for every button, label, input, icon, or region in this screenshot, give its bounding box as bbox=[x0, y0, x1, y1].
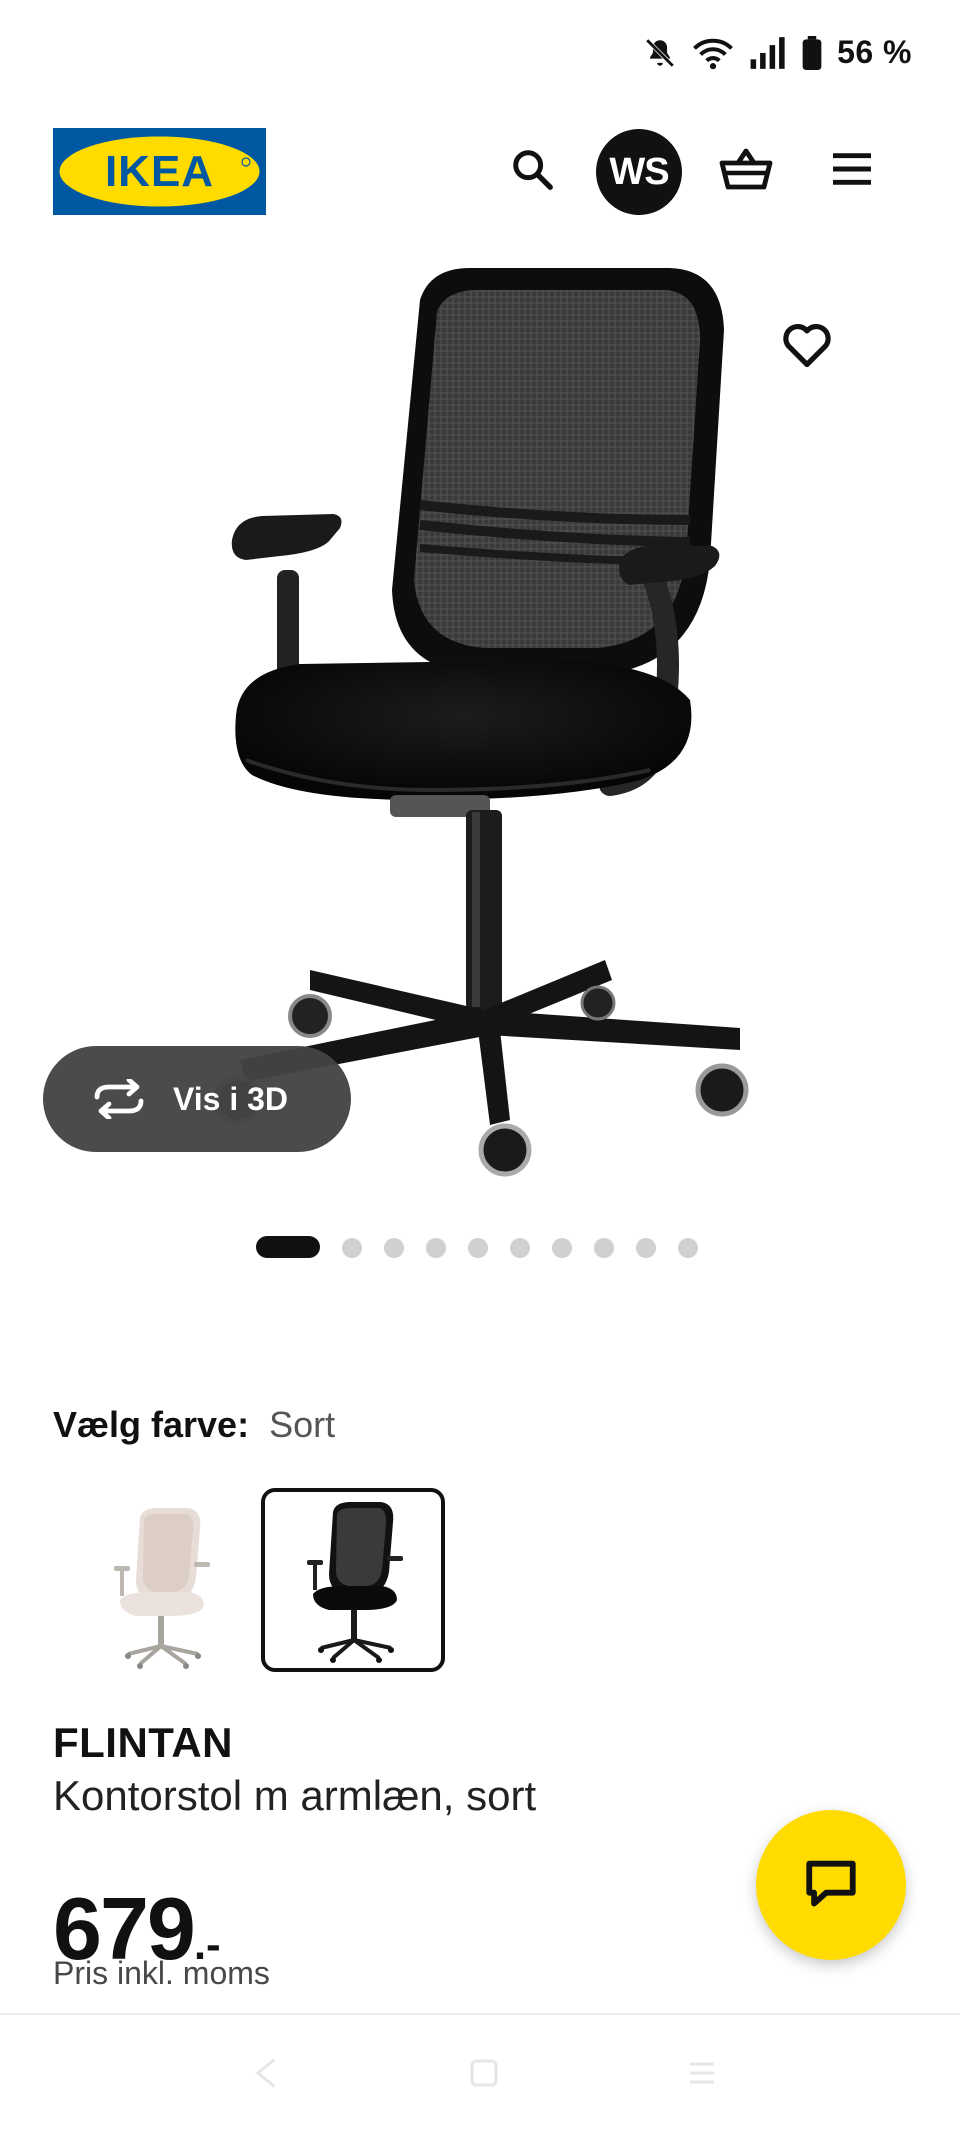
gallery-dot[interactable] bbox=[256, 1236, 320, 1258]
nav-recents-button[interactable] bbox=[672, 2053, 732, 2097]
view-3d-label: Vis i 3D bbox=[173, 1080, 289, 1117]
battery-percent: 56 % bbox=[837, 34, 912, 70]
bell-muted-icon bbox=[643, 36, 677, 70]
chat-icon bbox=[802, 1856, 860, 1915]
color-selected-value: Sort bbox=[269, 1404, 336, 1445]
gallery-dot[interactable] bbox=[594, 1238, 614, 1258]
color-chooser-label: Vælg farve: Sort bbox=[53, 1404, 335, 1446]
color-swatch-beige[interactable] bbox=[70, 1488, 254, 1672]
recents-icon bbox=[684, 2055, 720, 2096]
price-note: Pris inkl. moms bbox=[53, 1955, 270, 1991]
basket-icon bbox=[718, 145, 774, 198]
gallery-dot[interactable] bbox=[468, 1238, 488, 1258]
status-bar: 56 % bbox=[0, 0, 960, 110]
account-avatar[interactable]: WS bbox=[596, 129, 682, 215]
color-swatch-black[interactable] bbox=[261, 1488, 445, 1672]
ikea-logo[interactable]: IKEA bbox=[53, 128, 266, 215]
nav-back-button[interactable] bbox=[237, 2053, 297, 2097]
gallery-dot[interactable] bbox=[426, 1238, 446, 1258]
back-icon bbox=[249, 2055, 285, 2096]
gallery-pagination bbox=[0, 1236, 960, 1260]
gallery-dot[interactable] bbox=[384, 1238, 404, 1258]
status-icons: 56 % bbox=[643, 34, 912, 71]
search-button[interactable] bbox=[490, 129, 574, 213]
color-label-key: Vælg farve: bbox=[53, 1404, 250, 1445]
gallery-dot[interactable] bbox=[342, 1238, 362, 1258]
menu-icon bbox=[829, 150, 875, 193]
gallery-dot[interactable] bbox=[636, 1238, 656, 1258]
rotate-3d-icon bbox=[89, 1077, 149, 1121]
system-nav-bar bbox=[0, 2015, 960, 2133]
favorite-button[interactable] bbox=[772, 312, 842, 382]
battery-icon bbox=[801, 35, 823, 70]
search-icon bbox=[509, 146, 555, 197]
signal-icon bbox=[749, 36, 787, 69]
logo-text: IKEA bbox=[105, 147, 214, 196]
basket-button[interactable] bbox=[704, 129, 788, 213]
site-header: IKEA WS bbox=[0, 125, 960, 220]
gallery-dot[interactable] bbox=[510, 1238, 530, 1258]
nav-home-button[interactable] bbox=[454, 2053, 514, 2097]
product-name: FLINTAN bbox=[53, 1719, 234, 1766]
heart-icon bbox=[781, 321, 833, 374]
home-icon bbox=[466, 2055, 502, 2096]
view-3d-button[interactable]: Vis i 3D bbox=[43, 1046, 351, 1152]
wifi-icon bbox=[691, 36, 735, 70]
gallery-dot[interactable] bbox=[552, 1238, 572, 1258]
menu-button[interactable] bbox=[810, 129, 894, 213]
gallery-dot[interactable] bbox=[678, 1238, 698, 1258]
chat-button[interactable] bbox=[756, 1810, 906, 1960]
product-description: Kontorstol m armlæn, sort bbox=[53, 1772, 537, 1819]
